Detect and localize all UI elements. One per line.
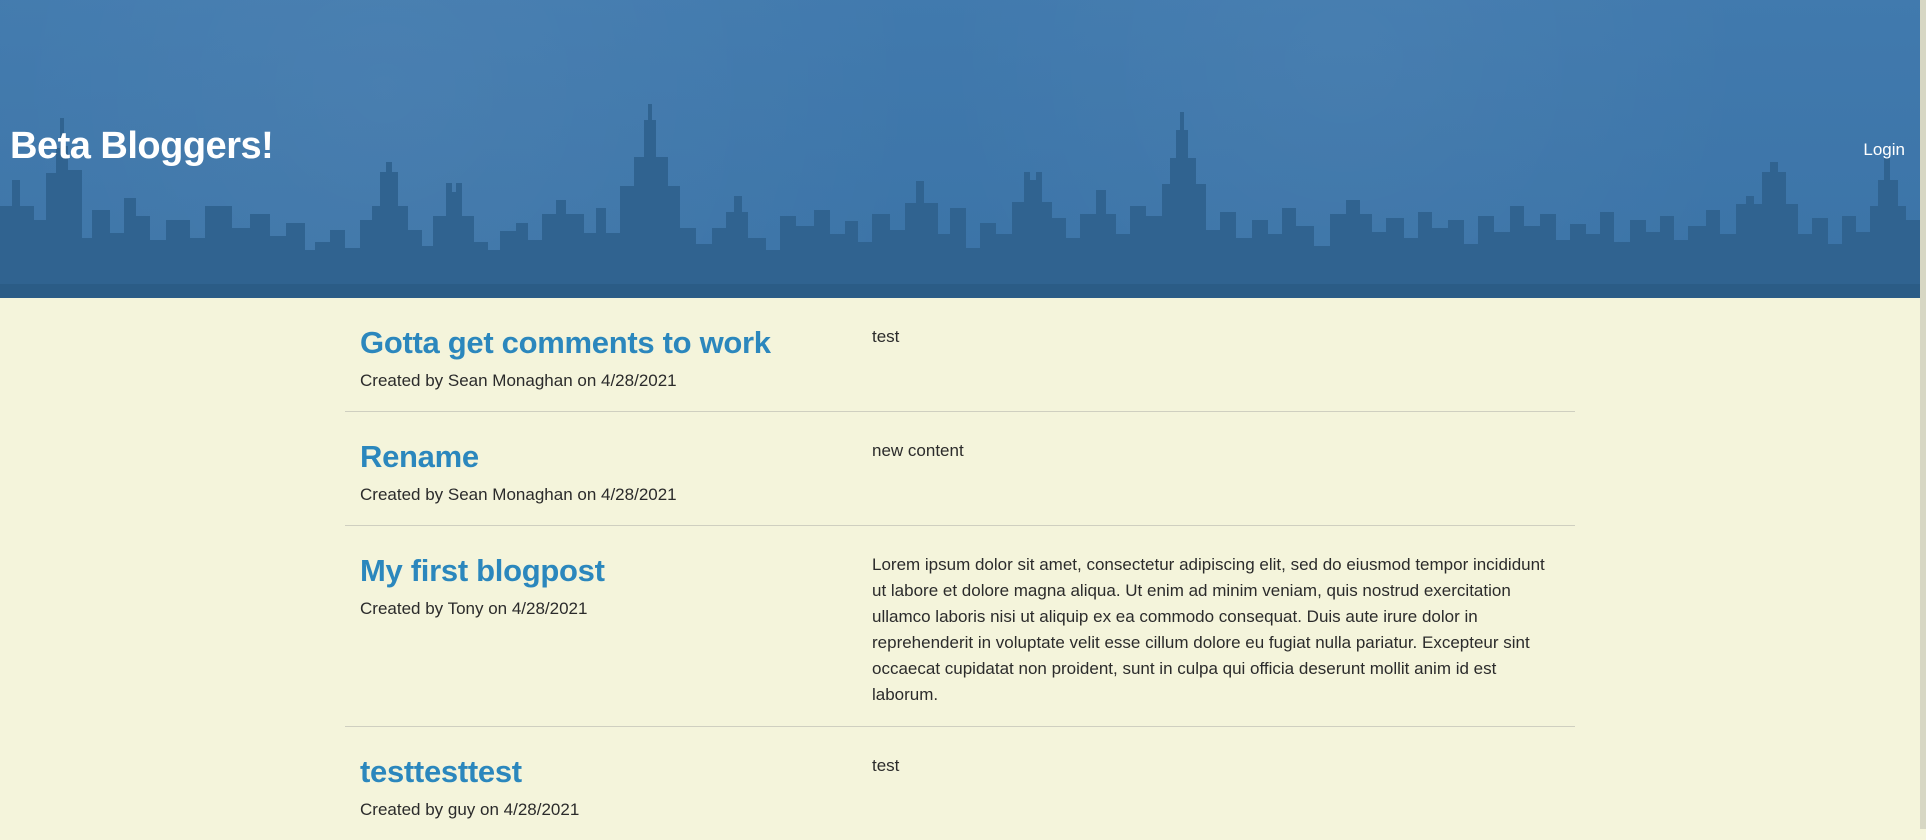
site-title[interactable]: Beta Bloggers! [10,123,274,169]
post-item: testtesttest Created by guy on 4/28/2021… [345,727,1575,840]
post-meta: Created by Sean Monaghan on 4/28/2021 [360,371,677,390]
post-list: Gotta get comments to work Created by Se… [345,298,1575,840]
post-item: My first blogpost Created by Tony on 4/2… [345,526,1575,727]
post-summary: Rename Created by Sean Monaghan on 4/28/… [360,426,872,507]
post-title-link[interactable]: Rename [360,439,872,475]
post-title-link[interactable]: Gotta get comments to work [360,325,872,361]
post-summary: My first blogpost Created by Tony on 4/2… [360,540,872,708]
post-meta: Created by Sean Monaghan on 4/28/2021 [360,485,677,504]
post-meta: Created by Tony on 4/28/2021 [360,599,588,618]
post-content: test [872,756,900,775]
post-content: test [872,327,900,346]
post-item: Gotta get comments to work Created by Se… [345,298,1575,412]
post-title-link[interactable]: My first blogpost [360,553,872,589]
post-title-link[interactable]: testtesttest [360,754,872,790]
post-content: new content [872,441,964,460]
post-item: Rename Created by Sean Monaghan on 4/28/… [345,412,1575,526]
site-header: Beta Bloggers! Login [0,0,1920,298]
login-link[interactable]: Login [1863,139,1905,161]
post-summary: testtesttest Created by guy on 4/28/2021 [360,741,872,822]
vertical-scrollbar[interactable] [1920,0,1926,829]
city-skyline-image [0,104,1920,298]
post-content: Lorem ipsum dolor sit amet, consectetur … [872,555,1545,704]
post-summary: Gotta get comments to work Created by Se… [360,312,872,393]
post-meta: Created by guy on 4/28/2021 [360,800,580,819]
